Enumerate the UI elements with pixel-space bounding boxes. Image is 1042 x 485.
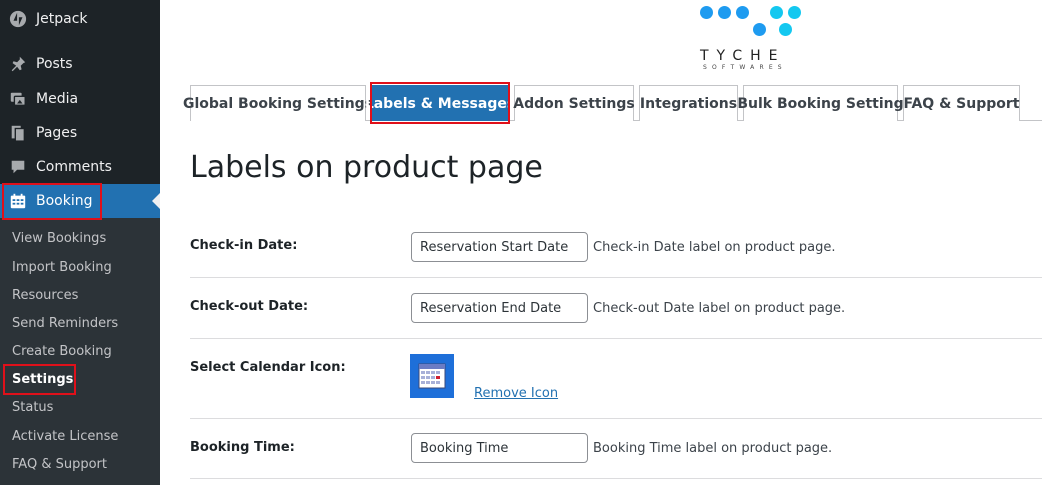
booking-submenu: View Bookings Import Booking Resources S… [0,218,160,485]
tab-integrations[interactable]: Integrations [639,85,738,121]
sidebar-item-jetpack[interactable]: Jetpack [0,2,160,36]
submenu-resources[interactable]: Resources [12,286,78,306]
sidebar-item-label: Posts [36,56,73,72]
logo-subtitle: SOFTWARES [703,64,787,71]
tab-bulk-booking-setting[interactable]: Bulk Booking Setting [737,85,904,121]
row-divider [190,418,1042,419]
sidebar-item-booking[interactable]: Booking [0,184,160,218]
active-indicator [152,193,160,209]
sidebar-item-media[interactable]: Media [0,82,160,116]
sidebar-item-pages[interactable]: Pages [0,116,160,150]
checkout-description: Check-out Date label on product page. [593,301,846,316]
tyche-logo: TYCHE SOFTWARES [700,6,830,72]
tab-faq-support[interactable]: FAQ & Support [903,85,1020,121]
submenu-view-bookings[interactable]: View Bookings [12,229,106,249]
calendar-icon [8,191,28,211]
submenu-activate-license[interactable]: Activate License [12,427,118,447]
submenu-send-reminders[interactable]: Send Reminders [12,314,118,334]
sidebar-item-comments[interactable]: Comments [0,150,160,184]
booking-time-label: Booking Time: [190,440,295,455]
submenu-faq-support[interactable]: FAQ & Support [12,455,107,475]
tab-addon-settings[interactable]: Addon Settings [513,85,635,121]
row-divider [190,277,1042,278]
main-content: TYCHE SOFTWARES Global Booking Settings … [160,0,1042,485]
admin-sidebar: Jetpack Posts Media Pages Comments Booki… [0,0,160,485]
pin-icon [8,54,28,74]
booking-time-description: Booking Time label on product page. [593,441,833,456]
sidebar-item-label: Comments [36,159,112,175]
checkin-label-input[interactable] [411,232,588,262]
booking-time-input[interactable] [411,433,588,463]
calendar-preview-icon[interactable] [410,354,454,398]
sidebar-item-posts[interactable]: Posts [0,47,160,81]
submenu-create-booking[interactable]: Create Booking [12,342,112,362]
sidebar-item-label: Jetpack [36,11,88,27]
submenu-status[interactable]: Status [12,398,53,418]
tab-labels-messages[interactable]: Labels & Messages [365,85,515,121]
logo-wordmark: TYCHE [700,48,786,64]
pages-icon [8,123,28,143]
page-title: Labels on product page [190,150,543,185]
comment-icon [8,157,28,177]
checkin-description: Check-in Date label on product page. [593,240,836,255]
remove-icon-link[interactable]: Remove Icon [474,386,558,401]
row-divider [190,338,1042,339]
tab-global-booking-settings[interactable]: Global Booking Settings [183,85,373,121]
submenu-settings[interactable]: Settings [12,370,73,390]
sidebar-item-label: Booking [36,193,93,209]
sidebar-item-label: Media [36,91,79,107]
sidebar-item-label: Pages [36,125,78,141]
calendar-icon-label: Select Calendar Icon: [190,360,346,375]
media-icon [8,89,28,109]
checkout-label-input[interactable] [411,293,588,323]
row-divider [190,478,1042,479]
submenu-import-booking[interactable]: Import Booking [12,258,112,278]
checkout-label: Check-out Date: [190,299,309,314]
checkin-label: Check-in Date: [190,238,298,253]
settings-tabs: Global Booking Settings Labels & Message… [183,85,1042,121]
jetpack-icon [8,9,28,29]
